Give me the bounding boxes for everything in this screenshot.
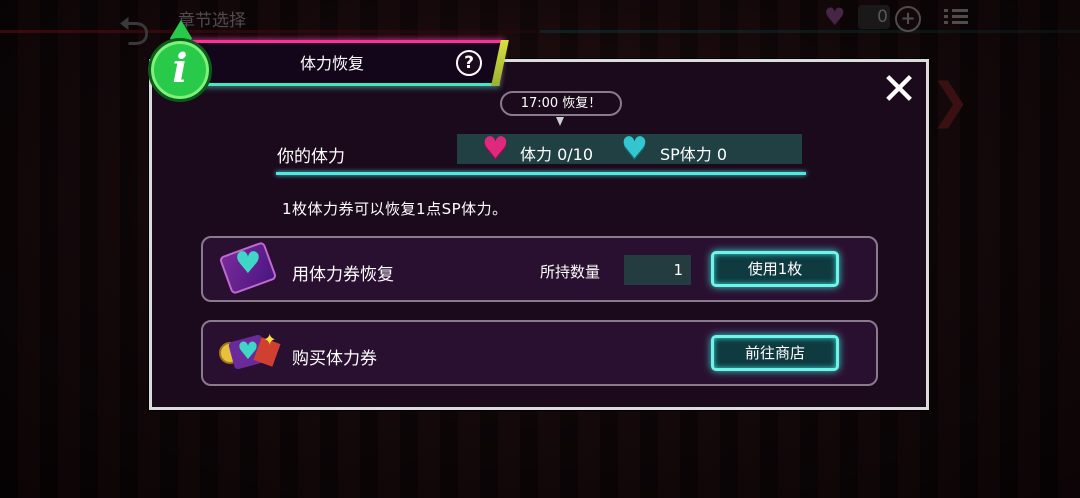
ticket-heart-icon: ♥ (234, 246, 262, 281)
stamina-value: 体力 0/10 (520, 145, 594, 164)
info-icon: i (148, 38, 212, 102)
sp-stamina-value: SP体力 0 (660, 145, 728, 164)
held-quantity-value: 1 (624, 255, 691, 285)
use-ticket-label: 用体力券恢复 (292, 265, 394, 285)
sparkle-icon: ✦ (263, 330, 277, 349)
dialog-title: 体力恢复 (299, 54, 364, 73)
stamina-heart-icon: ♥ (482, 131, 509, 166)
go-to-shop-button[interactable]: 前往商店 (711, 335, 839, 371)
sp-stamina-heart-icon: ♥ (621, 131, 648, 166)
tooltip-pointer (556, 117, 564, 126)
help-icon[interactable]: ? (456, 50, 482, 76)
ticket-info-text: 1枚体力券可以恢复1点SP体力。 (282, 200, 508, 218)
buy-ticket-label: 购买体力券 (292, 349, 377, 369)
close-icon[interactable]: ✕ (878, 68, 920, 112)
recover-time-tooltip: 17:00 恢复！ (500, 91, 622, 116)
stamina-underline (276, 172, 806, 175)
shop-bundle-icon: ♥ ✦ (219, 330, 281, 372)
held-quantity-label: 所持数量 (540, 263, 601, 281)
stamina-label: 你的体力 (277, 147, 345, 167)
use-ticket-button[interactable]: 使用1枚 (711, 251, 839, 287)
